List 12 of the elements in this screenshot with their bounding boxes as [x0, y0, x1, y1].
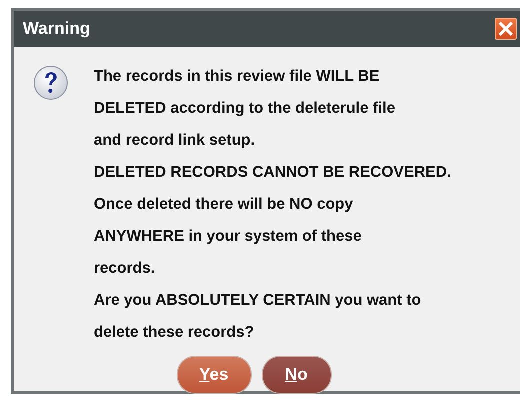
message-line: ANYWHERE in your system of these [94, 227, 363, 247]
message-line: The records in this review file WILL BE [94, 67, 381, 87]
message-line: and record link setup. [94, 131, 256, 151]
message-line: Once deleted there will be NO copy [94, 195, 354, 215]
message-line: delete these records? [94, 323, 256, 343]
message-line: Are you ABSOLUTELY CERTAIN you want to [94, 291, 422, 311]
message-line: DELETED RECORDS CANNOT BE RECOVERED. [94, 163, 452, 183]
dialog-button[interactable]: Yes [178, 357, 250, 393]
dialog-button[interactable]: No [262, 357, 330, 393]
message-line: records. [94, 259, 156, 279]
window-title: Warning [23, 19, 90, 39]
message-line: DELETED according to the deleterule file [94, 99, 396, 119]
